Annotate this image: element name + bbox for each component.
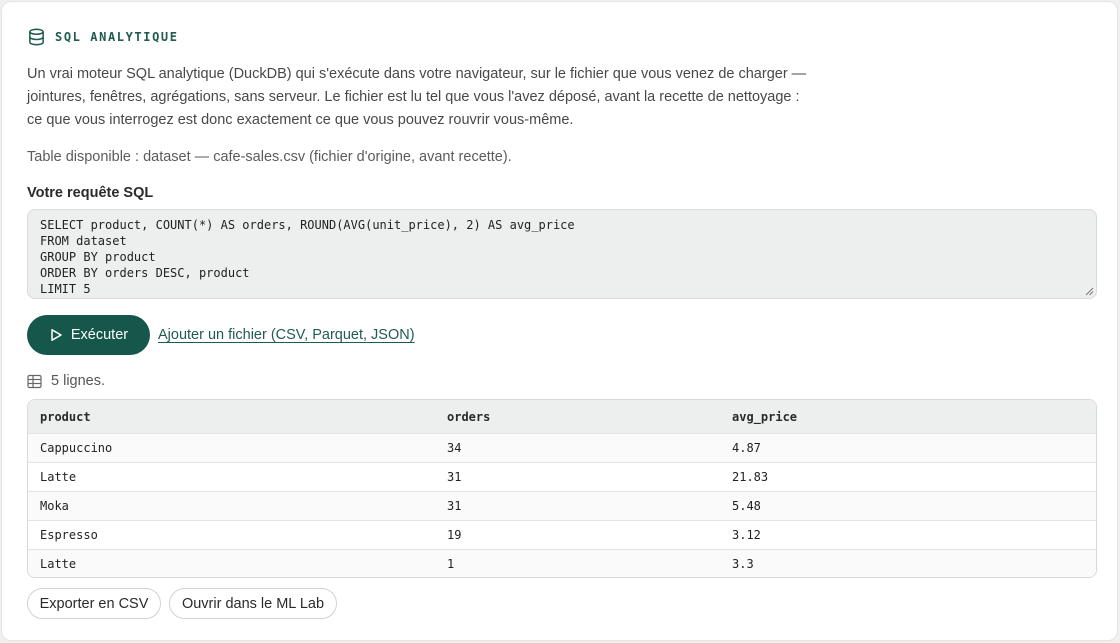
cell-orders: 19 bbox=[447, 528, 462, 542]
table-row: Espresso 19 3.12 bbox=[28, 520, 1096, 549]
cell-orders: 31 bbox=[447, 470, 462, 484]
cell-avg-price: 5.48 bbox=[732, 499, 761, 513]
database-icon bbox=[29, 28, 44, 46]
result-row-count: 5 lignes. bbox=[27, 371, 105, 391]
row-count-label: 5 lignes. bbox=[51, 373, 106, 389]
cell-product: Moka bbox=[40, 499, 69, 513]
panel-title: SQL ANALYTIQUE bbox=[55, 30, 179, 44]
panel-header: SQL ANALYTIQUE bbox=[27, 27, 179, 47]
cell-avg-price: 4.87 bbox=[732, 441, 761, 455]
sql-query-label: Votre requête SQL bbox=[27, 185, 154, 201]
column-header-avg-price: avg_price bbox=[732, 409, 798, 424]
table-row: Cappuccino 34 4.87 bbox=[28, 433, 1096, 462]
cell-avg-price: 3.12 bbox=[732, 528, 761, 542]
cell-avg-price: 3.3 bbox=[732, 557, 754, 571]
cell-product: Espresso bbox=[40, 528, 98, 542]
table-icon bbox=[27, 374, 42, 388]
export-csv-button[interactable]: Exporter en CSV bbox=[27, 588, 161, 619]
column-header-product: product bbox=[40, 409, 91, 424]
panel-description: Un vrai moteur SQL analytique (DuckDB) q… bbox=[27, 66, 807, 128]
cell-orders: 31 bbox=[447, 499, 462, 513]
cell-product: Latte bbox=[40, 470, 77, 484]
cell-orders: 1 bbox=[447, 557, 455, 571]
table-header-row: product orders avg_price bbox=[28, 400, 1096, 433]
results-table: product orders avg_price Cappuccino 34 4… bbox=[27, 399, 1097, 578]
cell-product: Latte bbox=[40, 557, 77, 571]
resize-handle-icon[interactable] bbox=[1085, 287, 1094, 296]
cell-avg-price: 21.83 bbox=[732, 470, 769, 484]
play-icon bbox=[51, 329, 62, 341]
cell-product: Cappuccino bbox=[40, 441, 113, 455]
available-table-info: Table disponible : dataset — cafe-sales.… bbox=[27, 149, 512, 165]
sql-query-editor[interactable]: SELECT product, COUNT(*) AS orders, ROUN… bbox=[27, 209, 1097, 299]
open-ml-lab-button[interactable]: Ouvrir dans le ML Lab bbox=[169, 588, 337, 619]
cell-orders: 34 bbox=[447, 441, 462, 455]
table-row: Latte 31 21.83 bbox=[28, 462, 1096, 491]
sql-analytics-panel: SQL ANALYTIQUE Un vrai moteur SQL analyt… bbox=[1, 1, 1118, 641]
table-row: Moka 31 5.48 bbox=[28, 491, 1096, 520]
run-query-label: Exécuter bbox=[70, 327, 129, 343]
add-file-link[interactable]: Ajouter un fichier (CSV, Parquet, JSON) bbox=[158, 325, 415, 345]
sql-query-text[interactable]: SELECT product, COUNT(*) AS orders, ROUN… bbox=[40, 217, 1084, 297]
run-query-button[interactable]: Exécuter bbox=[27, 315, 150, 355]
column-header-orders: orders bbox=[447, 409, 491, 424]
table-row: Latte 1 3.3 bbox=[28, 549, 1096, 577]
